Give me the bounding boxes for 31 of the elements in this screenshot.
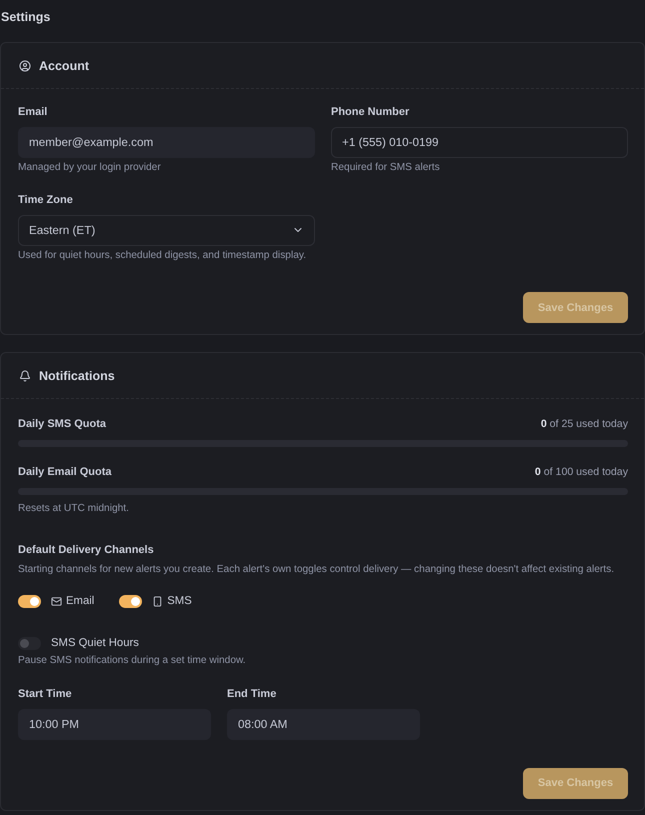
mail-icon — [51, 596, 62, 606]
smartphone-icon — [152, 596, 164, 606]
select-field[interactable]: Eastern (ET) — [18, 214, 315, 246]
section-description: Starting channels for new alerts you create. Each alert's own toggles control delivery — changing these doesn't affect existing alerts. — [18, 564, 614, 576]
field-hint: Managed by your login provider — [18, 162, 161, 174]
card-title: Notifications — [39, 368, 115, 382]
field-hint: Required for SMS alerts — [331, 162, 440, 174]
toggle-label: SMS Quiet Hours — [51, 636, 139, 650]
toggle-switch[interactable] — [119, 594, 142, 608]
card-title: Account — [39, 58, 89, 72]
field-label: Time Zone — [18, 194, 73, 206]
toggle-switch[interactable] — [18, 636, 41, 650]
bell-icon — [19, 370, 31, 382]
quota-reading: 0 of 100 used today — [534, 466, 628, 479]
section-title: Default Delivery Channels — [18, 544, 154, 556]
field-label: End Time — [227, 688, 276, 700]
quota-label: Daily SMS Quota — [18, 418, 106, 431]
field-label: Phone Number — [331, 106, 410, 119]
channel-label: Email — [66, 594, 94, 608]
toggle-hint: Pause SMS notifications during a set time window. — [18, 655, 246, 668]
field-label: Email — [18, 106, 48, 119]
quota-label: Daily Email Quota — [18, 466, 112, 479]
field-hint: Used for quiet hours, scheduled digests, and timestamp display. — [18, 250, 306, 262]
field-label: Start Time — [18, 688, 72, 700]
channel-label: SMS — [167, 594, 192, 608]
user-circle-icon — [19, 60, 31, 72]
quota-note: Resets at UTC midnight. — [18, 503, 129, 516]
toggle-switch[interactable] — [18, 594, 41, 608]
page-title: Settings — [1, 10, 50, 24]
text-input-field[interactable]: +1 (555) 010-0199 — [331, 127, 628, 158]
quota-reading: 0 of 25 used today — [540, 418, 628, 431]
